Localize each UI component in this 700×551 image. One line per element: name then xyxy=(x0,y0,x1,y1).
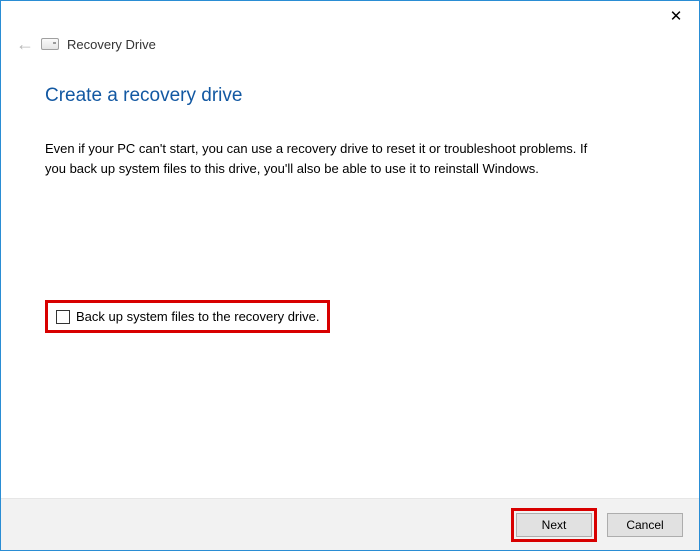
footer: Next Cancel xyxy=(1,498,699,550)
recovery-drive-dialog: ✕ ← Recovery Drive Create a recovery dri… xyxy=(0,0,700,551)
body-text: Even if your PC can't start, you can use… xyxy=(45,139,605,178)
drive-icon xyxy=(41,38,59,50)
cancel-button-wrap: Cancel xyxy=(605,511,685,539)
content-area: Create a recovery drive Even if your PC … xyxy=(1,61,699,498)
header: ← Recovery Drive xyxy=(1,27,699,61)
backup-checkbox[interactable] xyxy=(56,310,70,324)
backup-option-row[interactable]: Back up system files to the recovery dri… xyxy=(45,300,330,333)
page-heading: Create a recovery drive xyxy=(45,85,655,107)
back-button[interactable]: ← xyxy=(9,34,41,55)
arrow-left-icon: ← xyxy=(16,34,34,55)
cancel-button[interactable]: Cancel xyxy=(607,513,683,537)
next-button[interactable]: Next xyxy=(516,513,592,537)
backup-option-label: Back up system files to the recovery dri… xyxy=(76,309,319,324)
header-title: Recovery Drive xyxy=(67,37,156,52)
close-icon: ✕ xyxy=(670,7,683,25)
next-button-highlight: Next xyxy=(511,508,597,542)
